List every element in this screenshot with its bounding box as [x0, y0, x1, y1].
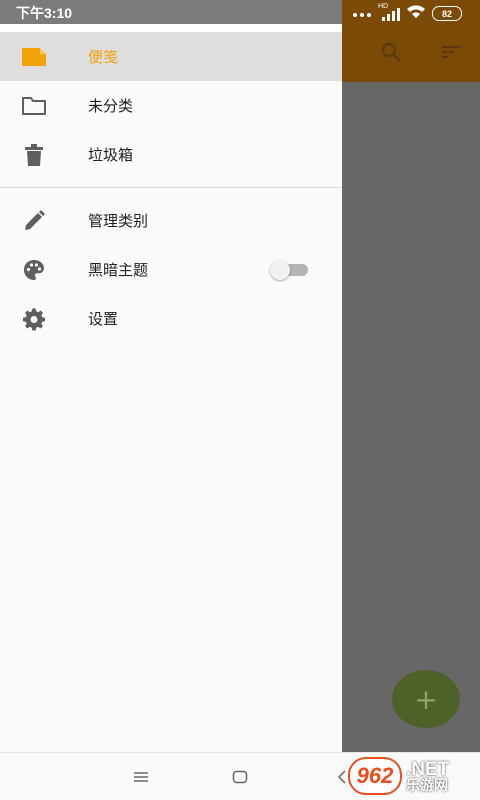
dark-theme-toggle[interactable]: [270, 260, 310, 280]
gear-icon: [20, 305, 48, 333]
watermark-cn: 乐游网: [406, 777, 448, 794]
drawer-item-notes[interactable]: 便笺: [0, 32, 342, 81]
folder-icon: [20, 92, 48, 120]
battery-level: 82: [441, 8, 452, 19]
add-note-button[interactable]: +: [392, 670, 460, 728]
trash-icon: [20, 141, 48, 169]
drawer-divider: [0, 187, 342, 188]
wifi-icon: [406, 4, 426, 23]
drawer-item-manage-categories[interactable]: 管理类别: [0, 196, 342, 245]
battery-icon: 82: [432, 6, 462, 21]
menu-icon[interactable]: [129, 767, 153, 787]
more-dots-icon: [352, 4, 372, 23]
status-icons: HD 82: [352, 3, 462, 23]
plus-icon: +: [414, 682, 438, 716]
watermark-text: .NET 乐游网: [406, 760, 449, 793]
drawer-item-label: 便笺: [88, 48, 119, 66]
drawer-item-label: 黑暗主题: [88, 261, 149, 279]
note-icon: [20, 43, 48, 71]
drawer-item-label: 管理类别: [88, 212, 149, 230]
drawer-item-label: 设置: [88, 310, 119, 328]
status-bar: 下午3:10 HD 82: [0, 0, 480, 24]
toggle-thumb: [270, 260, 290, 280]
home-icon[interactable]: [228, 767, 252, 787]
drawer-item-uncategorized[interactable]: 未分类: [0, 81, 342, 130]
drawer-item-trash[interactable]: 垃圾箱: [0, 130, 342, 179]
palette-icon: [20, 256, 48, 284]
drawer-header-strip: [0, 24, 342, 32]
drawer-item-dark-theme[interactable]: 黑暗主题: [0, 245, 342, 294]
drawer-item-label: 垃圾箱: [88, 146, 134, 164]
status-bar-left: 下午3:10: [0, 0, 342, 24]
watermark-logo: 962 .NET 乐游网: [342, 752, 480, 800]
signal-icon: HD: [378, 3, 400, 22]
drawer-item-settings[interactable]: 设置: [0, 294, 342, 343]
sort-icon[interactable]: [435, 36, 467, 68]
search-icon[interactable]: [375, 36, 407, 68]
screen: + 下午3:10 HD 82 便笺 未分类 垃圾箱 管理类别 黑暗主题 设置 9…: [0, 0, 480, 800]
navigation-drawer: 便笺 未分类 垃圾箱 管理类别 黑暗主题 设置: [0, 24, 342, 752]
drawer-item-label: 未分类: [88, 97, 134, 115]
watermark-net: .NET: [406, 758, 450, 780]
watermark-962-logo: 962: [348, 757, 402, 795]
pencil-icon: [20, 207, 48, 235]
status-time: 下午3:10: [16, 5, 73, 21]
